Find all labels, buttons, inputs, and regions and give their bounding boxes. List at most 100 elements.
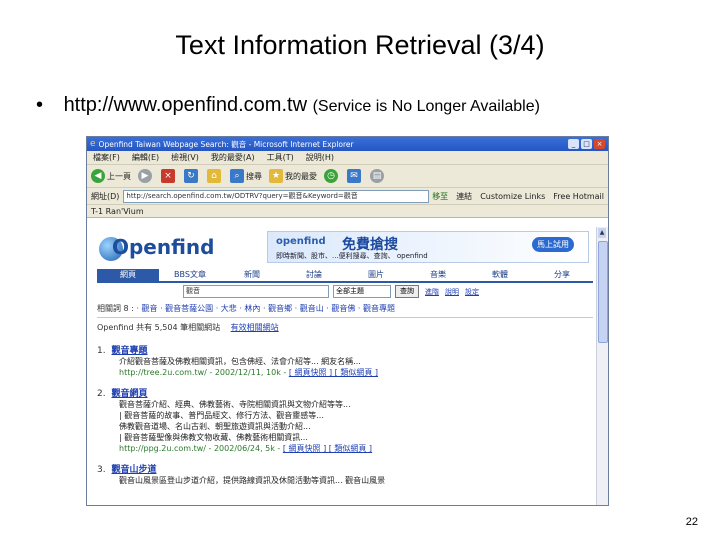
star-icon: ★ <box>269 169 283 183</box>
browser-screenshot: e Openfind Taiwan Webpage Search: 觀音 - M… <box>86 136 609 506</box>
result-title[interactable]: 1. 觀音專題 <box>97 343 593 356</box>
search-label: 搜尋 <box>246 171 262 181</box>
tab-share[interactable]: 分享 <box>531 269 593 281</box>
tab-discussion[interactable]: 討論 <box>283 269 345 281</box>
scroll-thumb[interactable] <box>598 241 608 343</box>
result-title-link[interactable]: 觀音網頁 <box>111 389 147 399</box>
forward-button[interactable]: ▶ <box>138 169 154 183</box>
result-snippet: 觀音菩薩介紹、經典、佛教藝術、寺院相關資訊與文物介紹等等... <box>119 400 351 409</box>
menu-favorites[interactable]: 我的最愛(A) <box>211 152 255 163</box>
banner-try-button[interactable]: 馬上試用 <box>532 237 574 252</box>
go-button[interactable]: 移至 <box>432 191 448 202</box>
tab-images[interactable]: 圖片 <box>345 269 407 281</box>
refresh-button[interactable]: ↻ <box>184 169 200 183</box>
bullet-line: • http://www.openfind.com.tw (Service is… <box>36 94 540 117</box>
window-titlebar: e Openfind Taiwan Webpage Search: 觀音 - M… <box>87 137 608 151</box>
result-cache-links[interactable]: [ 網頁快照 ] [ 類似網頁 ] <box>289 368 378 377</box>
ie-logo-icon: e <box>90 139 96 149</box>
result-snippet: | 觀音菩薩的故事、普門品經文、修行方法、觀音靈感等... <box>119 411 324 420</box>
related-term[interactable]: · 林內 <box>239 304 260 313</box>
tab-web[interactable]: 網頁 <box>97 269 159 281</box>
related-term[interactable]: · 觀音鄉 <box>263 304 292 313</box>
result-snippet: 佛教觀音道場、名山古剎、朝聖旅遊資訊與活動介紹... <box>119 422 311 431</box>
valid-sites-link[interactable]: 有效相關網站 <box>231 323 279 332</box>
result-url: http://tree.2u.com.tw/ - 2002/12/11, 10k… <box>119 367 593 378</box>
query-button[interactable]: 查詢 <box>395 285 419 298</box>
menu-help[interactable]: 說明(H) <box>306 152 334 163</box>
result-cache-links[interactable]: [ 網頁快照 ] [ 類似網頁 ] <box>283 444 372 453</box>
history-icon: ◷ <box>324 169 338 183</box>
tab-bbs[interactable]: BBS文章 <box>159 269 221 281</box>
close-button[interactable]: × <box>594 139 605 149</box>
result-title[interactable]: 2. 觀音網頁 <box>97 386 593 399</box>
settings-link[interactable]: 設定 <box>465 287 479 297</box>
search-category-tabs: 網頁 BBS文章 新聞 討論 圖片 音樂 軟體 分享 <box>97 269 593 283</box>
stop-icon: × <box>161 169 175 183</box>
result-snippet: 介紹觀音菩薩及佛教相關資訊，包含佛經、法會介紹等... 網友名稱... <box>119 357 361 366</box>
result-url-text: http://ppg.2u.com.tw/ - 2002/06/24, 5k - <box>119 444 281 453</box>
mail-button[interactable]: ✉ <box>347 169 363 183</box>
banner-brand: openfind <box>276 236 326 247</box>
related-term[interactable]: · 觀音 <box>136 304 157 313</box>
result-title[interactable]: 3. 觀音山步道 <box>97 462 593 475</box>
result-title-link[interactable]: 觀音專題 <box>111 346 147 356</box>
print-button[interactable]: ▤ <box>370 169 386 183</box>
menu-tools[interactable]: 工具(T) <box>267 152 294 163</box>
help-link[interactable]: 說明 <box>445 287 459 297</box>
forward-arrow-icon: ▶ <box>138 169 152 183</box>
openfind-logo[interactable]: Openfind <box>99 235 214 261</box>
history-button[interactable]: ◷ <box>324 169 340 183</box>
window-title: Openfind Taiwan Webpage Search: 觀音 - Mic… <box>98 139 354 149</box>
menu-edit[interactable]: 編輯(E) <box>132 152 159 163</box>
stop-button[interactable]: × <box>161 169 177 183</box>
result-number: 1. <box>97 346 106 356</box>
vertical-scrollbar[interactable]: ▲ <box>596 227 608 505</box>
favorites-button[interactable]: ★ 我的最愛 <box>269 169 317 183</box>
back-button[interactable]: ◀ 上一頁 <box>91 169 131 183</box>
related-term[interactable]: · 觀音菩薩公園 <box>160 304 213 313</box>
back-label: 上一頁 <box>107 171 131 181</box>
menu-view[interactable]: 檢視(V) <box>171 152 199 163</box>
list-item: 1. 觀音專題 介紹觀音菩薩及佛教相關資訊，包含佛經、法會介紹等... 網友名稱… <box>97 343 593 378</box>
home-icon: ⌂ <box>207 169 221 183</box>
result-title-link[interactable]: 觀音山步道 <box>111 465 156 475</box>
mail-icon: ✉ <box>347 169 361 183</box>
links-label: 連結 <box>456 191 473 201</box>
menu-file[interactable]: 檔案(F) <box>93 152 120 163</box>
related-prefix: 相關詞 8 : <box>97 304 137 313</box>
slide-title: Text Information Retrieval (3/4) <box>175 30 545 60</box>
tab-news[interactable]: 新聞 <box>221 269 283 281</box>
logo-text: Openfind <box>111 235 215 259</box>
minimize-button[interactable]: _ <box>568 139 579 149</box>
list-item: 2. 觀音網頁 觀音菩薩介紹、經典、佛教藝術、寺院相關資訊與文物介紹等等... … <box>97 386 593 454</box>
search-button[interactable]: ⌕ 搜尋 <box>230 169 262 183</box>
advanced-link[interactable]: 進階 <box>425 287 439 297</box>
site-url: http://www.openfind.com.tw <box>63 94 308 116</box>
scroll-up-icon[interactable]: ▲ <box>598 228 606 238</box>
tab-music[interactable]: 音樂 <box>407 269 469 281</box>
result-url: http://ppg.2u.com.tw/ - 2002/06/24, 5k -… <box>119 443 593 454</box>
free-hotmail-link[interactable]: Free Hotmail <box>553 192 604 201</box>
back-arrow-icon: ◀ <box>91 169 105 183</box>
related-term[interactable]: · 觀音佛 <box>326 304 355 313</box>
result-url-text: http://tree.2u.com.tw/ - 2002/12/11, 10k… <box>119 368 287 377</box>
related-term[interactable]: · 觀音專題 <box>358 304 395 313</box>
related-term[interactable]: · 觀音山 <box>295 304 324 313</box>
menu-bar: 檔案(F) 編輯(E) 檢視(V) 我的最愛(A) 工具(T) 說明(H) <box>87 151 608 165</box>
topic-select[interactable]: 全部主題 <box>333 285 391 298</box>
related-terms: 相關詞 8 : · 觀音 · 觀音菩薩公園 · 大悲 · 林內 · 觀音鄉 · … <box>97 303 593 318</box>
address-input[interactable]: http://search.openfind.com.tw/ODTRV?quer… <box>123 189 430 203</box>
result-snippet: | 觀音菩薩聖像與佛教文物收藏、佛教藝術相關資訊... <box>119 433 308 442</box>
ad-banner[interactable]: openfind 免費搶搜 即時新聞、股市、...便利搜尋、查詢、 openfi… <box>267 231 589 263</box>
related-term[interactable]: · 大悲 <box>216 304 237 313</box>
bullet-dot: • <box>36 94 44 116</box>
results-list: 1. 觀音專題 介紹觀音菩薩及佛教相關資訊，包含佛經、法會介紹等... 網友名稱… <box>97 343 593 494</box>
query-input[interactable]: 觀音 <box>183 285 329 298</box>
search-icon: ⌕ <box>230 169 244 183</box>
list-item: 3. 觀音山步道 觀音山風景區登山步道介紹，提供路線資訊及休閒活動等資訊... … <box>97 462 593 486</box>
customize-links-link[interactable]: Customize Links <box>480 192 545 201</box>
tab-software[interactable]: 軟體 <box>469 269 531 281</box>
maximize-button[interactable]: □ <box>581 139 592 149</box>
home-button[interactable]: ⌂ <box>207 169 223 183</box>
address-bar: 網址(D) http://search.openfind.com.tw/ODTR… <box>87 188 608 205</box>
